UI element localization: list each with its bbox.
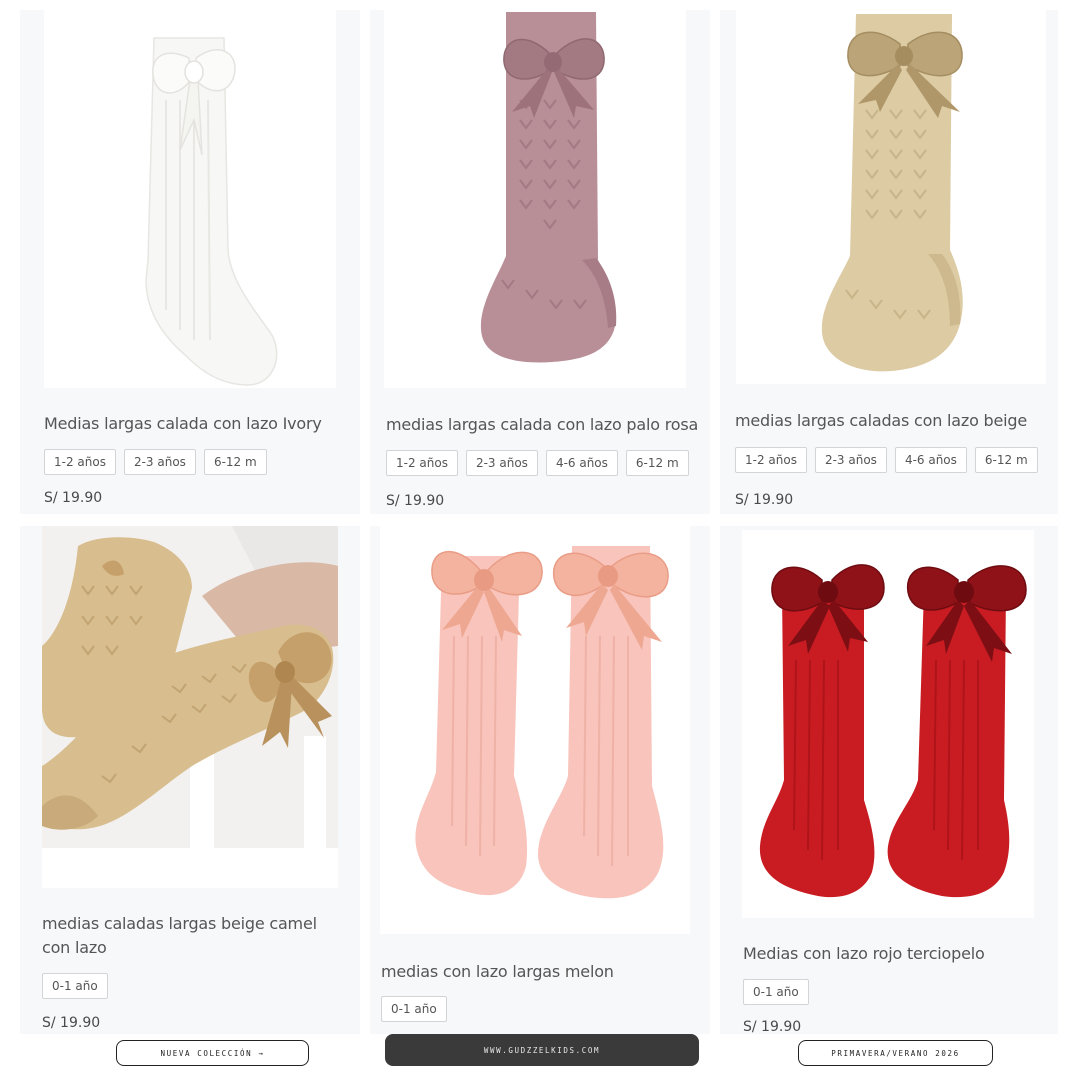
product-card[interactable]: medias largas caladas con lazo beige 1-2… (720, 10, 1058, 514)
size-options: 0-1 año (42, 973, 108, 999)
product-title[interactable]: medias largas caladas con lazo beige (735, 409, 1055, 433)
size-option[interactable]: 0-1 año (743, 979, 809, 1005)
product-card[interactable]: Medias largas calada con lazo Ivory 1-2 … (20, 10, 360, 514)
product-title[interactable]: medias caladas largas beige camel con la… (42, 912, 342, 960)
new-collection-button[interactable]: NUEVA COLECCIÓN → (116, 1040, 309, 1066)
product-title[interactable]: Medias largas calada con lazo Ivory (44, 412, 344, 436)
size-option[interactable]: 1-2 años (386, 450, 458, 476)
product-image[interactable] (44, 10, 336, 388)
size-option[interactable]: 4-6 años (545, 450, 618, 476)
product-image[interactable] (742, 530, 1034, 918)
product-card[interactable]: medias con lazo largas melon 0-1 año (370, 526, 710, 1034)
sock-image (415, 546, 669, 899)
size-option[interactable]: 2-3 años (465, 450, 538, 476)
size-option[interactable]: 1-2 años (44, 449, 116, 475)
product-title[interactable]: Medias con lazo rojo terciopelo (743, 942, 1043, 966)
product-image[interactable] (736, 10, 1046, 384)
season-badge: PRIMAVERA/VERANO 2026 (798, 1040, 993, 1066)
product-title[interactable]: medias con lazo largas melon (381, 960, 701, 984)
product-title[interactable]: medias largas calada con lazo palo rosa (386, 413, 706, 437)
size-option[interactable]: 6-12 m (625, 450, 689, 476)
size-option[interactable]: 6-12 m (974, 447, 1038, 473)
product-price: S/ 19.90 (44, 490, 103, 506)
size-options: 0-1 año (743, 979, 809, 1005)
size-option[interactable]: 4-6 años (894, 447, 967, 473)
sock-image (42, 526, 338, 848)
product-price: S/ 19.90 (743, 1019, 802, 1035)
product-card[interactable]: Medias con lazo rojo terciopelo 0-1 año … (720, 526, 1058, 1035)
size-option[interactable]: 2-3 años (814, 447, 887, 473)
product-image[interactable] (384, 10, 686, 388)
size-option[interactable]: 2-3 años (123, 449, 196, 475)
sock-image (145, 37, 278, 386)
website-link[interactable]: WWW.GUDZZELKIDS.COM (385, 1034, 699, 1066)
product-image[interactable] (42, 526, 338, 888)
product-price: S/ 19.90 (735, 492, 794, 508)
product-card[interactable]: medias largas calada con lazo palo rosa … (370, 10, 710, 514)
sock-image (759, 564, 1027, 898)
product-card[interactable]: medias caladas largas beige camel con la… (20, 526, 360, 1034)
size-option[interactable]: 0-1 año (42, 973, 108, 999)
size-option[interactable]: 0-1 año (381, 996, 447, 1022)
size-options: 0-1 año (381, 996, 447, 1022)
size-options: 1-2 años 2-3 años 4-6 años 6-12 m (735, 447, 1038, 473)
sock-image (480, 12, 617, 363)
product-price: S/ 19.90 (386, 493, 445, 509)
size-option[interactable]: 6-12 m (203, 449, 267, 475)
product-image[interactable] (380, 526, 690, 934)
size-options: 1-2 años 2-3 años 4-6 años 6-12 m (386, 450, 689, 476)
product-price: S/ 19.90 (42, 1015, 101, 1031)
sock-image (821, 14, 963, 372)
size-option[interactable]: 1-2 años (735, 447, 807, 473)
size-options: 1-2 años 2-3 años 6-12 m (44, 449, 267, 475)
